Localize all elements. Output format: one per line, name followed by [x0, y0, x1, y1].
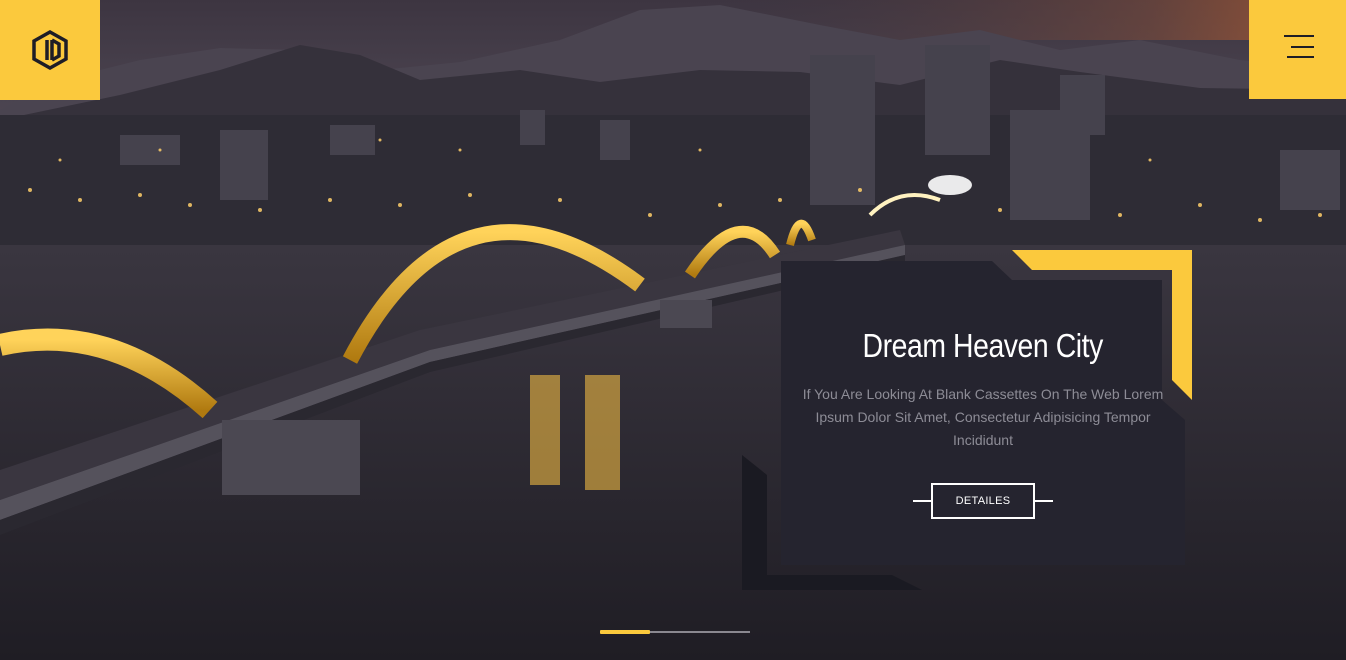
slide-card: Dream Heaven City If You Are Looking At …	[781, 261, 1185, 565]
details-button-group: DETAILES	[913, 483, 1053, 519]
logo-button[interactable]	[0, 0, 100, 100]
slider-progress[interactable]	[600, 630, 750, 634]
slider-progress-fill	[600, 630, 650, 634]
hexagon-logo-icon	[32, 30, 68, 70]
button-right-line	[1033, 500, 1053, 502]
slide-description: If You Are Looking At Blank Cassettes On…	[802, 386, 1164, 448]
details-button[interactable]: DETAILES	[931, 483, 1035, 519]
button-left-line	[913, 500, 933, 502]
menu-button[interactable]	[1249, 0, 1346, 99]
slide-title: Dream Heaven City	[862, 327, 1104, 364]
